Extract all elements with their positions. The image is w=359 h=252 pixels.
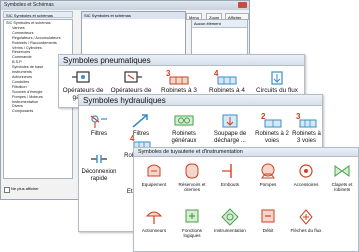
pneu-item-4way-valves[interactable]: 4 Robinets à 4 xyxy=(205,69,249,94)
pid-item-accessories[interactable]: Accessoires xyxy=(288,160,324,187)
hyd-item-quick-disconnect[interactable]: Déconnexion rapide xyxy=(79,149,119,183)
panel-hydraulic-title: Symboles hydrauliques xyxy=(79,95,322,106)
flow-circuit-icon xyxy=(271,71,283,85)
pid-label: Fonctions logiques xyxy=(182,228,202,239)
pid-label: Flèches du flux xyxy=(290,228,322,233)
pid-label: Réservoirs et citernes xyxy=(178,182,206,193)
instrument-icon xyxy=(221,208,239,226)
pid-item-flow[interactable]: Débit xyxy=(250,206,286,233)
hide-checkbox[interactable] xyxy=(4,187,10,193)
pid-label: Clapets et robinets xyxy=(331,182,353,193)
3way-valve-icon: 3 xyxy=(166,69,189,85)
properties-header: Aucun élément xyxy=(192,20,247,28)
close-icon[interactable] xyxy=(238,2,247,8)
filter-icon xyxy=(132,114,148,128)
left-operator-icon xyxy=(72,71,90,83)
pid-label: Pompes xyxy=(259,182,277,187)
hyd-label: Soupape de décharge ... xyxy=(213,131,247,144)
pid-item-pumps[interactable]: Pompes xyxy=(250,160,286,187)
pid-label: Equipement xyxy=(141,182,167,187)
panel-pneumatic-title: Symboles pneumatiques xyxy=(59,55,304,66)
pid-item-fittings[interactable]: Embouts xyxy=(212,160,248,187)
hyd-label: Robinets à 2 voies xyxy=(255,131,289,144)
logic-function-icon xyxy=(185,209,199,223)
pid-item-instrumentation[interactable]: Instrumentation xyxy=(212,206,248,233)
hyd-label: Filtres xyxy=(90,131,108,137)
hyd-label: Robinets à 3 voies xyxy=(292,131,321,144)
pid-label: Débit xyxy=(262,228,274,233)
pid-item-flow-arrows[interactable]: Flèches du flux xyxy=(286,206,326,233)
pid-item-equipment[interactable]: Equipement xyxy=(136,160,172,187)
hyd-item-filters-a[interactable]: Filtres xyxy=(79,111,119,138)
pneu-item-flow-circuits[interactable]: Circuits du flux xyxy=(253,69,301,94)
filter-icon xyxy=(90,115,107,128)
flow-icon xyxy=(261,209,275,223)
app-titlebar: Symboles et Schémas xyxy=(1,1,249,10)
pid-label: Accessoires xyxy=(293,182,319,187)
right-operator-icon xyxy=(124,71,142,83)
panel-piping: Symboles de tuyauterie et d'instrumentat… xyxy=(133,147,359,252)
fitting-icon xyxy=(222,164,232,178)
pid-item-valves[interactable]: Clapets et robinets xyxy=(324,160,359,193)
tree-header: SIC Symboles et schémas xyxy=(3,11,73,18)
quick-disconnect-icon xyxy=(91,155,107,163)
hyd-item-2way-valves[interactable]: 2 Robinets à 2 voies xyxy=(255,111,289,145)
preview-title: SIC Symboles et schémas xyxy=(82,12,185,19)
pid-item-logic[interactable]: Fonctions logiques xyxy=(174,206,210,239)
hyd-item-3way-valves[interactable]: 3 Robinets à 3 voies xyxy=(290,111,323,145)
flow-arrow-icon xyxy=(299,209,313,225)
general-valve-icon xyxy=(174,115,194,126)
hyd-label: Déconnexion rapide xyxy=(81,169,117,182)
app-title: Symboles et Schémas xyxy=(4,2,54,8)
hyd-item-general-valves[interactable]: Robinets généraux xyxy=(163,111,205,145)
4way-valve-icon: 4 xyxy=(214,69,237,85)
actuator-icon xyxy=(145,211,163,224)
pid-item-tanks[interactable]: Réservoirs et citernes xyxy=(174,160,210,193)
3way-valve-icon: 3 xyxy=(296,112,316,128)
2way-valve-icon: 2 xyxy=(261,112,282,128)
tree-item[interactable]: Régulateurs / Accumulateurs xyxy=(6,36,70,41)
pid-label: Instrumentation xyxy=(214,228,246,233)
pneu-item-3way-valves[interactable]: 3 Robinets à 3 xyxy=(157,69,201,94)
panel-piping-title: Symboles de tuyauterie et d'instrumentat… xyxy=(134,148,358,157)
tree-item[interactable]: Composants xyxy=(6,109,70,114)
pump-icon xyxy=(261,163,275,179)
hyd-label: Robinets généraux xyxy=(171,131,197,144)
pid-item-actuators[interactable]: Actionneurs xyxy=(136,206,172,233)
tank-icon xyxy=(185,163,199,179)
hide-checkbox-label: Ne plus afficher xyxy=(11,186,39,191)
equipment-icon xyxy=(147,164,161,177)
hyd-item-relief-valve[interactable]: Soupape de décharge ... xyxy=(207,111,253,145)
relief-valve-icon xyxy=(222,114,238,128)
accessory-icon xyxy=(299,164,313,178)
pid-label: Embouts xyxy=(220,182,240,187)
valve-icon xyxy=(334,165,350,177)
pid-label: Actionneurs xyxy=(141,228,167,233)
